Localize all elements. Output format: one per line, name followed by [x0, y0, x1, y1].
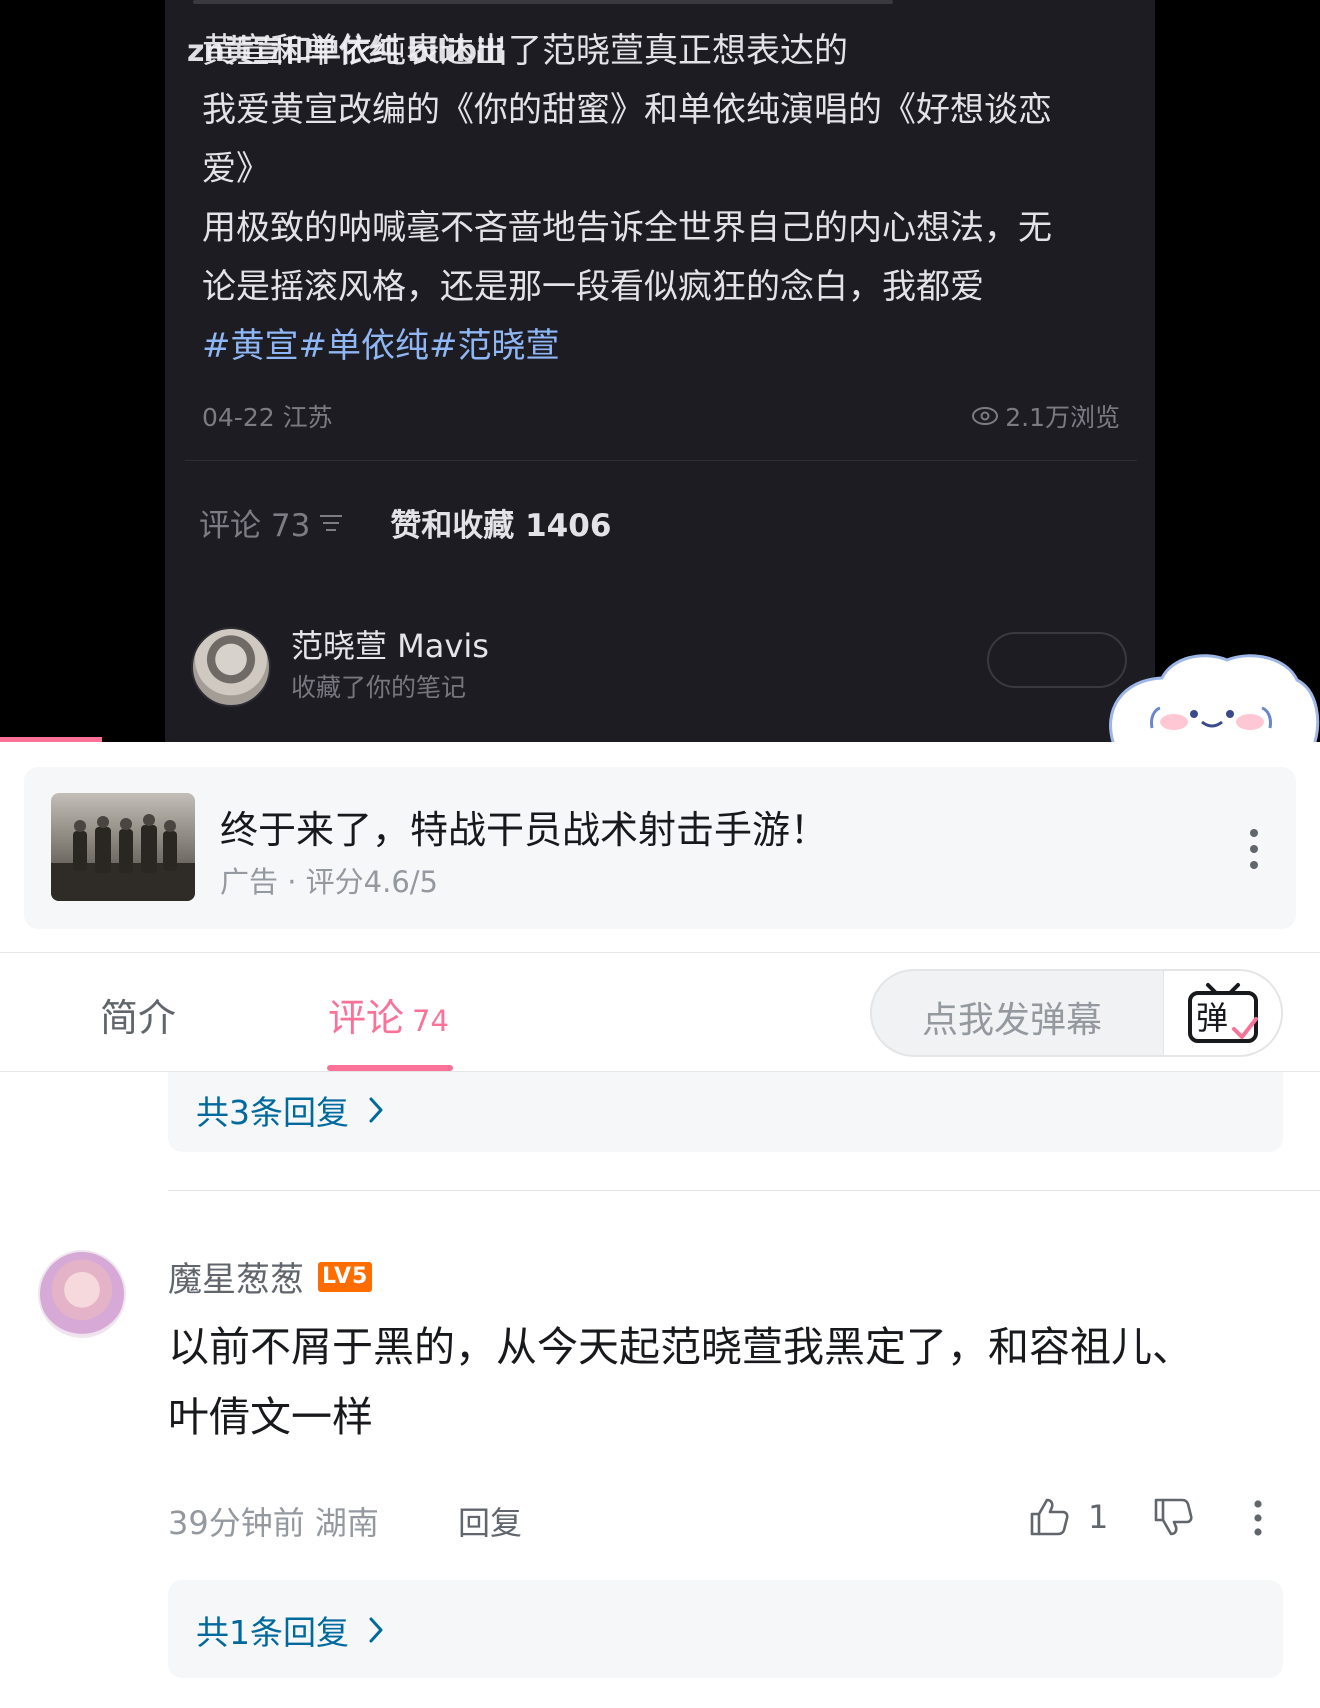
level-badge: LV5 — [318, 1261, 373, 1292]
eye-icon — [972, 407, 999, 425]
comment-location: 湖南 — [314, 1504, 379, 1542]
danmaku-icon-glyph: 弹 — [1196, 999, 1228, 1037]
post-tabs: 评论 73 赞和收藏 1406 — [199, 500, 611, 545]
more-vertical-icon[interactable] — [1254, 1500, 1262, 1536]
post-date-location: 04-22 江苏 — [202, 403, 333, 432]
post-line: 用极致的呐喊毫不吝啬地告诉全世界自己的内心想法，无 — [202, 208, 1052, 248]
tab-comments[interactable]: 评论 74 — [328, 987, 449, 1042]
like-button[interactable]: 1 — [1028, 1496, 1108, 1538]
video-progress-bar[interactable] — [0, 737, 102, 742]
notification-name: 范晓萱 Mavis — [291, 627, 489, 665]
notification-item: 范晓萱 Mavis 收藏了你的笔记 — [191, 625, 489, 709]
post-likes-tab: 赞和收藏 1406 — [390, 508, 612, 544]
tab-comments-label: 评论 — [328, 996, 405, 1040]
view-replies-link[interactable]: 共1条回复 — [196, 1606, 385, 1654]
replies-panel[interactable]: 共3条回复 — [168, 1072, 1283, 1152]
post-top-divider — [193, 0, 893, 4]
ad-title[interactable]: 终于来了，特战干员战术射击手游！ — [220, 799, 828, 854]
danmaku-input[interactable]: 点我发弹幕 弹 — [870, 969, 1283, 1057]
notification-text: 范晓萱 Mavis 收藏了你的笔记 — [291, 625, 489, 709]
dislike-button[interactable] — [1152, 1496, 1194, 1546]
ad-subtitle: 广告 · 评分4.6/5 — [220, 865, 438, 899]
more-vertical-icon[interactable] — [1250, 829, 1258, 869]
post-divider — [185, 460, 1137, 461]
chevron-right-icon — [369, 1617, 383, 1643]
post-comments-tab: 评论 73 — [199, 500, 344, 545]
tab-comments-count: 74 — [412, 1004, 449, 1038]
post-hashtags: #黄宣#单依纯#范晓萱 — [202, 326, 560, 366]
danmaku-icon: 弹 — [1188, 983, 1258, 1043]
ad-thumbnail[interactable] — [51, 793, 195, 901]
view-replies-label: 共1条回复 — [196, 1613, 349, 1652]
avatar — [191, 627, 271, 707]
notification-action: 收藏了你的笔记 — [291, 673, 467, 702]
post-views-count: 2.1万浏览 — [1005, 403, 1120, 432]
chevron-right-icon — [369, 1097, 383, 1123]
avatar[interactable] — [38, 1250, 126, 1338]
thumbs-up-icon — [1030, 1498, 1069, 1536]
post-line: 我爱黄宣改编的《你的甜蜜》和单依纯演唱的《好想谈恋 — [202, 90, 1052, 130]
comment-meta: 39分钟前 湖南 回复 1 — [168, 1496, 1283, 1542]
comment-username[interactable]: 魔星葱葱 LV5 — [168, 1252, 373, 1301]
username-label: 魔星葱葱 — [168, 1260, 304, 1300]
tab-bar: 简介 评论 74 点我发弹幕 弹 — [0, 953, 1320, 1071]
danmaku-toggle-button[interactable]: 弹 — [1163, 971, 1281, 1055]
tab-intro[interactable]: 简介 — [100, 987, 176, 1042]
comment-text: 以前不屑于黑的，从今天起范晓萱我黑定了，和容祖儿、叶倩文一样 — [168, 1323, 1193, 1441]
post-line: 爱》 — [202, 149, 270, 189]
view-replies-label: 共3条回复 — [196, 1093, 349, 1132]
post-meta: 04-22 江苏 2.1万浏览 — [202, 394, 1120, 434]
danmaku-placeholder: 点我发弹幕 — [922, 1000, 1103, 1041]
post-line: 论是摇滚风格，还是那一段看似疯狂的念白，我都爱 — [202, 267, 984, 307]
mascot-sticker — [1109, 654, 1320, 742]
screenshot-post: 黄宣和单依纯表达出了范晓萱真正想表达的 我爱黄宣改编的《你的甜蜜》和单依纯演唱的… — [165, 0, 1155, 742]
view-replies-link[interactable]: 共3条回复 — [196, 1086, 385, 1134]
watermark-overlay: zn黄宣和单依纯 bilibili — [187, 34, 505, 69]
reply-button[interactable]: 回复 — [458, 1498, 522, 1544]
soldiers-image — [51, 814, 195, 901]
comment-time-location: 39分钟前 湖南 — [168, 1498, 379, 1544]
post-body: 黄宣和单依纯表达出了范晓萱真正想表达的 我爱黄宣改编的《你的甜蜜》和单依纯演唱的… — [202, 22, 1122, 376]
replies-panel[interactable]: 共1条回复 — [168, 1580, 1283, 1678]
comment-divider — [168, 1190, 1320, 1191]
sort-icon — [320, 514, 343, 531]
post-comments-label: 评论 73 — [199, 508, 311, 544]
comment-time: 39分钟前 — [168, 1504, 305, 1542]
video-player[interactable]: 黄宣和单依纯表达出了范晓萱真正想表达的 我爱黄宣改编的《你的甜蜜》和单依纯演唱的… — [0, 0, 1320, 742]
post-views: 2.1万浏览 — [971, 398, 1120, 434]
like-count: 1 — [1088, 1498, 1109, 1536]
thumbs-down-icon — [1154, 1498, 1193, 1536]
ad-card[interactable]: 终于来了，特战干员战术射击手游！ 广告 · 评分4.6/5 — [24, 767, 1296, 929]
